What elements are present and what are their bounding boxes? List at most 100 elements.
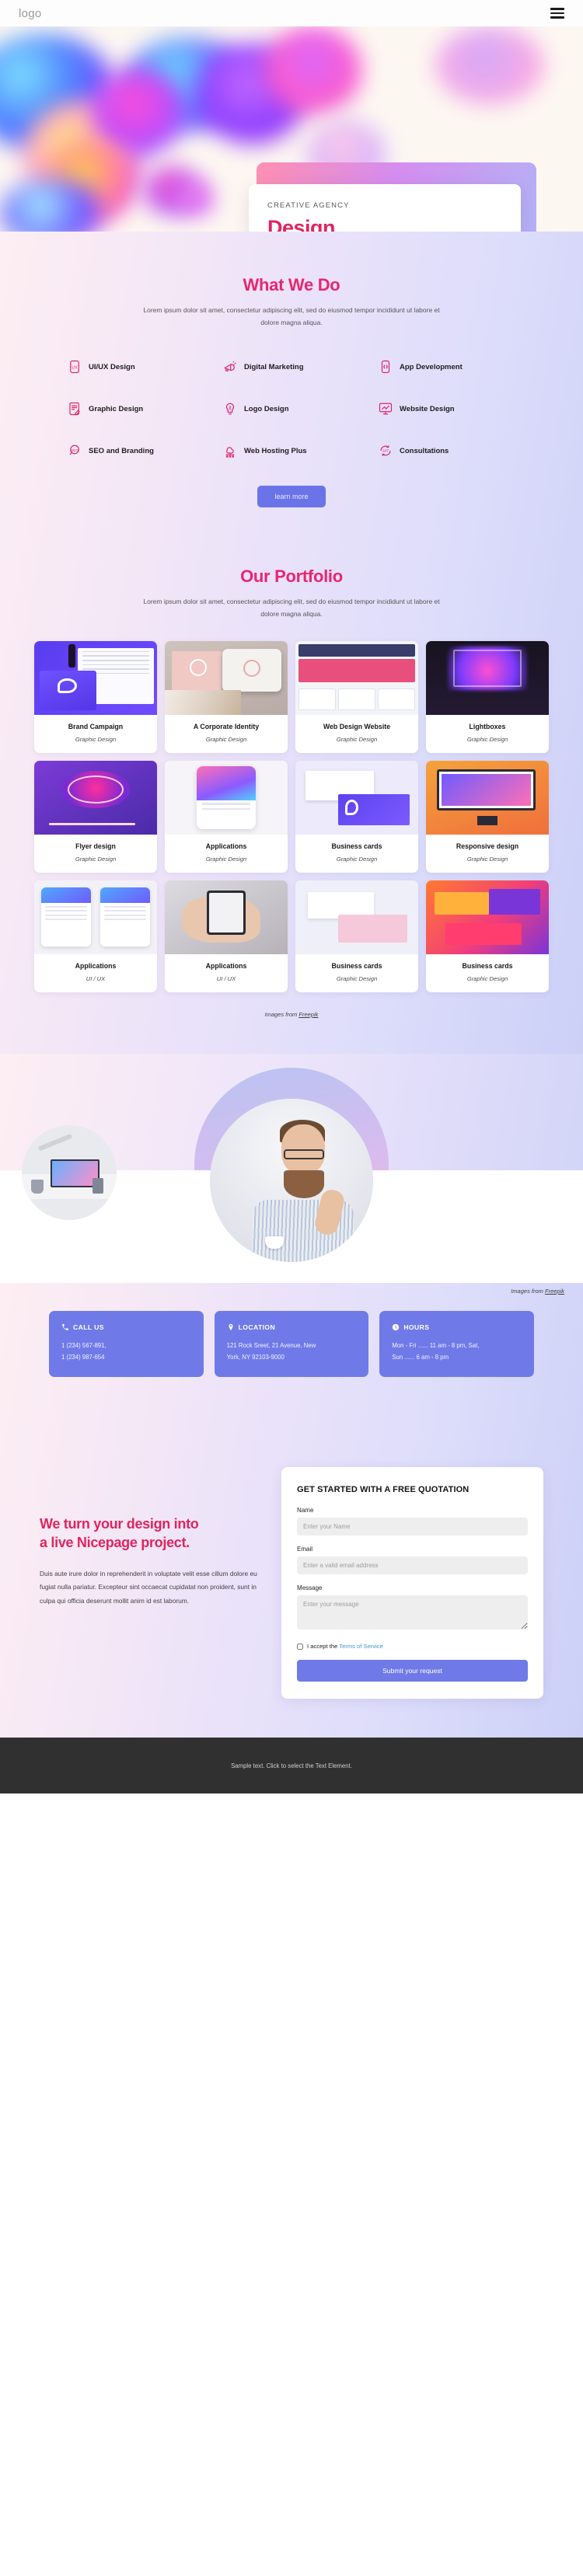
portfolio-item-category: Graphic Design <box>336 735 378 743</box>
accept-text: I accept the <box>307 1643 340 1651</box>
thumb-art <box>67 775 124 803</box>
services-grid: UX UI/UX Design Digital Marketing App De… <box>51 360 532 458</box>
hero-title-line-1: Design <box>267 216 336 232</box>
service-label: Website Design <box>400 404 455 413</box>
portfolio-card[interactable]: Business cards Graphic Design <box>426 880 549 992</box>
contact-card-title: HOURS <box>403 1323 430 1331</box>
portfolio-card[interactable]: Web Design Website Graphic Design <box>295 640 418 753</box>
portfolio-item-name: Flyer design <box>75 842 116 850</box>
thumb-art <box>165 689 241 715</box>
thumb-art <box>68 643 76 668</box>
terms-of-service-link[interactable]: Terms of Service <box>339 1643 383 1650</box>
portfolio-section: Our Portfolio Lorem ipsum dolor sit amet… <box>0 554 583 1053</box>
service-label: UI/UX Design <box>89 362 135 371</box>
portfolio-item-name: Web Design Website <box>323 722 391 730</box>
portfolio-thumbnail <box>34 880 157 954</box>
service-item-website-design[interactable]: Website Design <box>369 402 525 416</box>
learn-more-button[interactable]: learn more <box>257 486 326 508</box>
portfolio-item-name: Business cards <box>462 961 513 970</box>
thumb-art <box>477 816 497 825</box>
thumb-art <box>298 643 415 657</box>
cta-title: We turn your design into a live Nicepage… <box>40 1515 263 1552</box>
thumb-art <box>338 914 407 943</box>
service-item-digital-marketing[interactable]: Digital Marketing <box>214 360 369 374</box>
service-item-ui-ux-design[interactable]: UX UI/UX Design <box>58 360 214 374</box>
portfolio-card[interactable]: Business cards Graphic Design <box>295 760 418 873</box>
decorative-blob <box>264 26 361 113</box>
portfolio-card[interactable]: Brand Campaign Graphic Design <box>34 640 157 753</box>
service-label: App Development <box>400 362 463 371</box>
team-image-credit: Images from Freepik <box>511 1288 564 1730</box>
24-7-support-icon: 24/7 <box>380 445 391 457</box>
portfolio-item-name: A Corporate Identity <box>193 722 260 730</box>
service-item-app-development[interactable]: App Development <box>369 360 525 374</box>
portfolio-card-body: Responsive design Graphic Design <box>426 835 549 873</box>
team-photo-secondary <box>22 1124 117 1220</box>
portfolio-thumbnail <box>426 640 549 715</box>
burger-bar <box>550 16 564 19</box>
portfolio-card-body: Business cards Graphic Design <box>295 835 418 873</box>
portfolio-thumbnail <box>165 760 288 835</box>
footer-sample-text[interactable]: Sample text. Click to select the Text El… <box>231 1762 352 1769</box>
photo-art <box>31 1179 44 1194</box>
hero-card: CREATIVE AGENCY Design Studio Portfolio … <box>249 184 521 232</box>
cta-form-column: GET STARTED WITH A FREE QUOTATION Name E… <box>281 1422 543 1699</box>
lightbulb-pen-icon <box>225 403 235 415</box>
service-item-logo-design[interactable]: Logo Design <box>214 402 369 416</box>
service-label: SEO and Branding <box>89 446 154 455</box>
site-footer: Sample text. Click to select the Text El… <box>0 1738 583 1794</box>
portfolio-card[interactable]: Business cards Graphic Design <box>295 880 418 992</box>
portfolio-card-body: Business cards Graphic Design <box>295 954 418 992</box>
submit-button[interactable]: Submit your request <box>297 1660 528 1682</box>
site-header: logo <box>0 0 583 26</box>
portfolio-card[interactable]: Applications Graphic Design <box>165 760 288 873</box>
credit-prefix: Images from <box>264 1010 299 1018</box>
logo[interactable]: logo <box>19 7 42 20</box>
name-label: Name <box>297 1507 314 1515</box>
svg-text:SEO: SEO <box>71 448 79 452</box>
portfolio-thumbnail <box>34 760 157 835</box>
portfolio-item-name: Applications <box>205 961 247 970</box>
portfolio-card-body: Applications UI / UX <box>165 954 288 992</box>
portfolio-item-name: Responsive design <box>456 842 519 850</box>
phone-icon <box>62 1323 68 1330</box>
portfolio-card[interactable]: Applications UI / UX <box>165 880 288 992</box>
thumb-art <box>445 922 522 946</box>
thumb-art <box>206 891 246 936</box>
portfolio-card-body: Applications Graphic Design <box>165 835 288 873</box>
portfolio-title: Our Portfolio <box>240 566 343 587</box>
message-field[interactable] <box>297 1595 528 1630</box>
map-pin-icon <box>229 1323 233 1331</box>
portfolio-card[interactable]: Applications UI / UX <box>34 880 157 992</box>
portfolio-card-body: Web Design Website Graphic Design <box>295 715 418 753</box>
portfolio-thumbnail <box>295 880 418 954</box>
megaphone-icon <box>223 361 236 372</box>
cloud-network-icon <box>225 447 235 458</box>
portfolio-card[interactable]: Responsive design Graphic Design <box>426 760 549 873</box>
contact-line: 1 (234) 987-654 <box>61 1354 105 1361</box>
hamburger-menu-icon[interactable] <box>550 8 564 19</box>
service-label: Graphic Design <box>89 404 144 413</box>
portfolio-card-body: A Corporate Identity Graphic Design <box>165 715 288 753</box>
portfolio-subtitle: Lorem ipsum dolor sit amet, consectetur … <box>143 598 440 619</box>
accept-terms-checkbox[interactable] <box>297 1643 304 1650</box>
portfolio-card[interactable]: A Corporate Identity Graphic Design <box>165 640 288 753</box>
portfolio-card-body: Brand Campaign Graphic Design <box>34 715 157 753</box>
service-item-graphic-design[interactable]: Graphic Design <box>58 402 214 416</box>
team-photo-section <box>0 1053 583 1283</box>
service-item-web-hosting-plus[interactable]: Web Hosting Plus <box>214 444 369 458</box>
name-field[interactable] <box>297 1518 528 1536</box>
portfolio-card[interactable]: Lightboxes Graphic Design <box>426 640 549 753</box>
portfolio-card[interactable]: Flyer design Graphic Design <box>34 760 157 873</box>
service-item-consultations[interactable]: 24/7 Consultations <box>369 444 525 458</box>
service-item-seo-and-branding[interactable]: SEO SEO and Branding <box>58 444 214 458</box>
contact-card-title: CALL US <box>73 1323 104 1331</box>
contact-card-header: CALL US <box>61 1323 191 1331</box>
thumb-art <box>48 823 135 826</box>
freepik-link[interactable]: Freepik <box>545 1288 564 1295</box>
portfolio-item-category: Graphic Design <box>336 974 378 982</box>
email-field[interactable] <box>297 1556 528 1575</box>
portfolio-item-name: Applications <box>205 842 247 850</box>
hero-eyebrow: CREATIVE AGENCY <box>267 201 350 210</box>
freepik-link[interactable]: Freepik <box>298 1011 318 1018</box>
